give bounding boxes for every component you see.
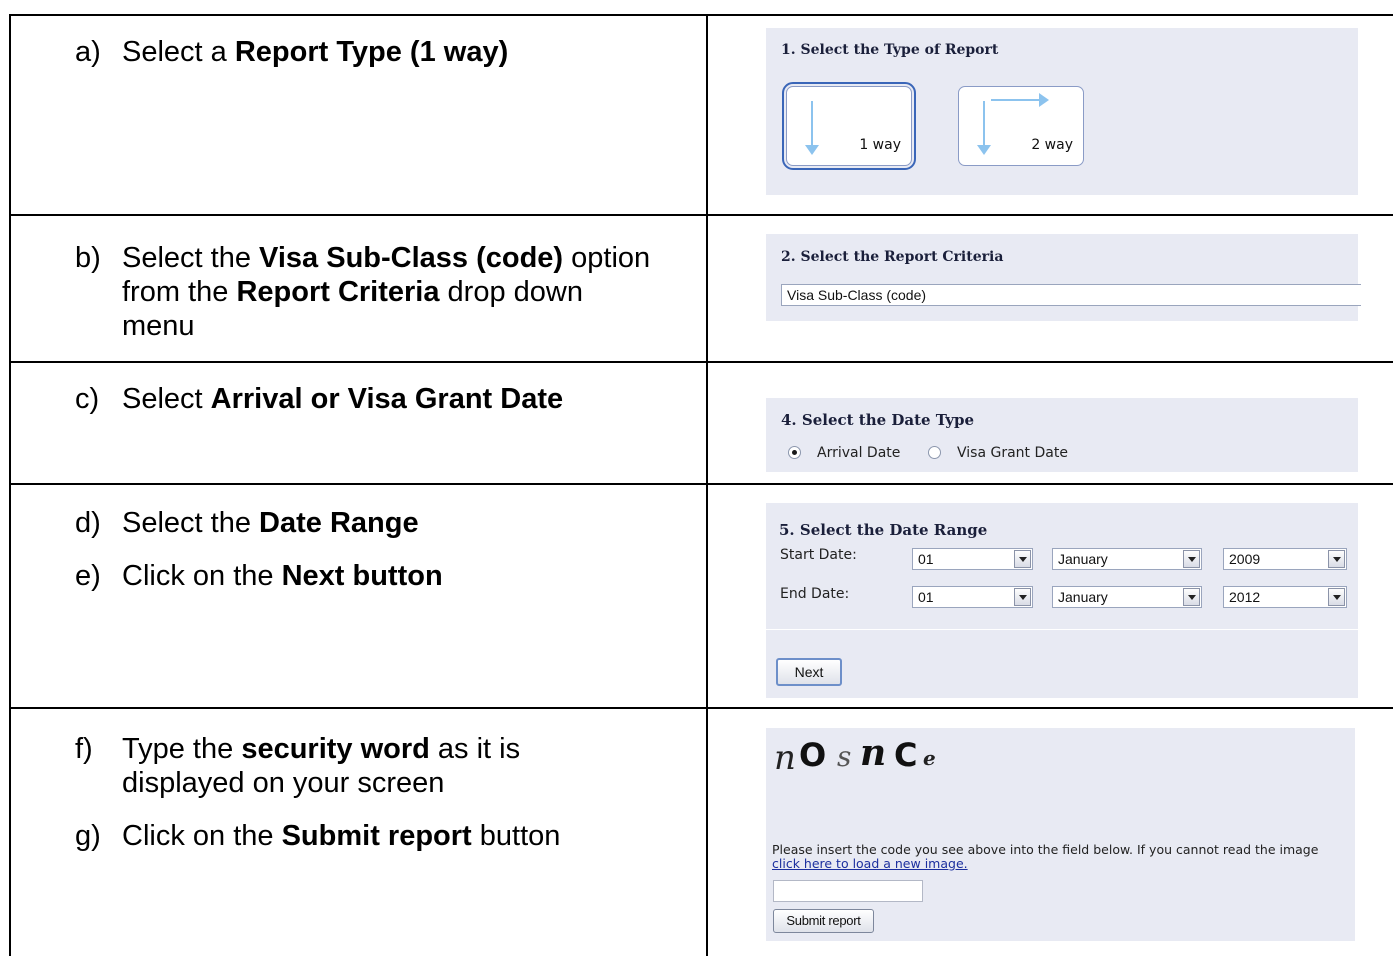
end-year-select[interactable]: 2012	[1223, 586, 1347, 608]
security-word-input[interactable]	[773, 880, 923, 902]
arrow-down-icon	[977, 101, 991, 155]
chevron-down-icon	[1014, 550, 1031, 568]
captcha-glyph: O	[799, 736, 827, 774]
instruction-text-part: Arrival or Visa Grant Date	[210, 383, 564, 415]
chevron-down-icon	[1014, 588, 1031, 606]
date-range-panel: 5. Select the Date Range Start Date: 01 …	[766, 503, 1358, 698]
captcha-glyph: e	[923, 746, 936, 770]
report-criteria-select[interactable]: Visa Sub-Class (code)	[781, 284, 1361, 306]
start-month-select[interactable]: January	[1052, 548, 1202, 570]
security-word-panel: n O s n C e Please insert the code you s…	[766, 728, 1355, 941]
report-type-1way-button[interactable]: 1 way	[782, 82, 916, 170]
instruction-text-part: Select the	[122, 507, 260, 539]
column-divider	[706, 15, 708, 956]
start-year-select[interactable]: 2009	[1223, 548, 1347, 570]
instruction-text-part: button	[471, 820, 561, 852]
captcha-glyph: C	[894, 736, 918, 774]
table-border-top	[9, 14, 1393, 16]
instruction-text-part: Next button	[281, 560, 443, 592]
report-criteria-title: 2. Select the Report Criteria	[781, 249, 1004, 265]
captcha-glyph: n	[860, 732, 887, 774]
load-new-image-link[interactable]: click here to load a new image.	[772, 856, 968, 871]
report-type-panel: 1. Select the Type of Report 1 way 2 way	[766, 28, 1358, 195]
instruction-text-part: Click on the	[122, 820, 282, 852]
row-divider	[9, 483, 1393, 485]
report-type-2way-label: 2 way	[1031, 137, 1073, 153]
instruction-text-part: Type the	[122, 733, 242, 765]
arrow-right-icon	[991, 93, 1049, 107]
chevron-down-icon	[1328, 588, 1345, 606]
instruction-text-part: Select	[122, 383, 211, 415]
instruction-text-part: Report Criteria	[236, 276, 440, 308]
arrival-date-label: Arrival Date	[817, 445, 901, 461]
arrow-down-icon	[805, 101, 819, 155]
report-type-title: 1. Select the Type of Report	[781, 42, 999, 58]
chevron-down-icon	[1183, 588, 1200, 606]
instruction-text-part: Select the	[122, 242, 260, 274]
captcha-image: n O s n C e	[766, 728, 1066, 808]
chevron-down-icon	[1183, 550, 1200, 568]
date-type-title: 4. Select the Date Type	[781, 411, 975, 429]
report-type-1way-label: 1 way	[859, 137, 901, 153]
start-date-label: Start Date:	[780, 547, 857, 563]
row-divider	[9, 707, 1393, 709]
end-date-label: End Date:	[780, 586, 850, 602]
date-range-title: 5. Select the Date Range	[779, 521, 988, 539]
instruction-text-part: Click on the	[122, 560, 282, 592]
row-divider	[9, 361, 1393, 363]
visa-grant-date-radio[interactable]	[928, 446, 941, 459]
end-month-select[interactable]: January	[1052, 586, 1202, 608]
chevron-down-icon	[1328, 550, 1345, 568]
row-divider	[9, 214, 1393, 216]
instruction-text-part: Select a	[122, 36, 235, 68]
date-type-panel: 4. Select the Date Type Arrival Date Vis…	[766, 398, 1358, 472]
instruction-text-part: Submit report	[281, 820, 472, 852]
report-criteria-panel: 2. Select the Report Criteria Visa Sub-C…	[766, 234, 1361, 321]
arrival-date-radio[interactable]	[788, 446, 801, 459]
captcha-instruction: Please insert the code you see above int…	[772, 842, 1319, 871]
divider	[766, 629, 1358, 630]
captcha-glyph: n	[774, 738, 796, 778]
instruction-text-part: security word	[241, 733, 430, 765]
instruction-text-part: Date Range	[259, 507, 419, 539]
visa-grant-date-label: Visa Grant Date	[957, 445, 1068, 461]
captcha-glyph: s	[837, 740, 852, 773]
start-day-select[interactable]: 01	[912, 548, 1033, 570]
table-border-left	[9, 15, 11, 956]
instruction-text-part: Visa Sub-Class (code)	[259, 242, 564, 274]
submit-report-button[interactable]: Submit report	[773, 909, 874, 933]
instruction-text-part: Report Type (1 way)	[234, 36, 509, 68]
next-button[interactable]: Next	[776, 658, 842, 686]
report-type-2way-button[interactable]: 2 way	[958, 86, 1084, 166]
end-day-select[interactable]: 01	[912, 586, 1033, 608]
